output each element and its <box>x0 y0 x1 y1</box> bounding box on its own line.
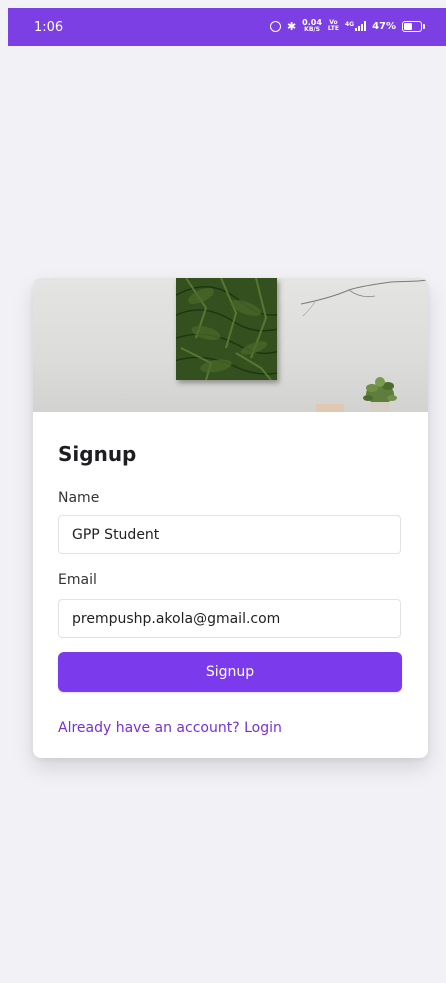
email-field[interactable] <box>58 599 401 638</box>
signup-button[interactable]: Signup <box>58 652 402 692</box>
battery-percent: 47% <box>372 20 396 32</box>
bluetooth-icon: ✱ <box>286 19 297 33</box>
battery-icon <box>402 20 425 32</box>
net-speed-unit: KB/S <box>304 26 320 33</box>
name-field[interactable] <box>58 515 401 554</box>
wall-crack <box>300 279 428 317</box>
volte-icon: Vo LTE <box>327 19 339 32</box>
potted-plant <box>363 377 397 412</box>
net-speed: 0.04 KB/S <box>302 18 322 34</box>
shelf-object <box>316 404 344 412</box>
hero-image <box>33 278 428 412</box>
signal-icon: 4G <box>344 21 367 31</box>
email-label: Email <box>58 572 97 588</box>
alarm-icon <box>269 20 281 32</box>
signup-card: Signup Name Email Signup Already have an… <box>33 278 428 758</box>
login-link[interactable]: Already have an account? Login <box>58 720 282 736</box>
net-speed-value: 0.04 <box>302 18 322 27</box>
network-type: 4G <box>344 21 355 28</box>
framed-leaf-artwork <box>176 278 277 380</box>
status-bar: 1:06 ✱ 0.04 KB/S Vo LTE 4G 47% <box>8 8 446 46</box>
phone-screen: 1:06 ✱ 0.04 KB/S Vo LTE 4G 47% Signup Na… <box>0 0 446 983</box>
status-time: 1:06 <box>34 20 64 35</box>
page-title: Signup <box>58 442 137 466</box>
status-icons: ✱ 0.04 KB/S Vo LTE 4G 47% <box>269 18 425 34</box>
name-label: Name <box>58 490 100 506</box>
